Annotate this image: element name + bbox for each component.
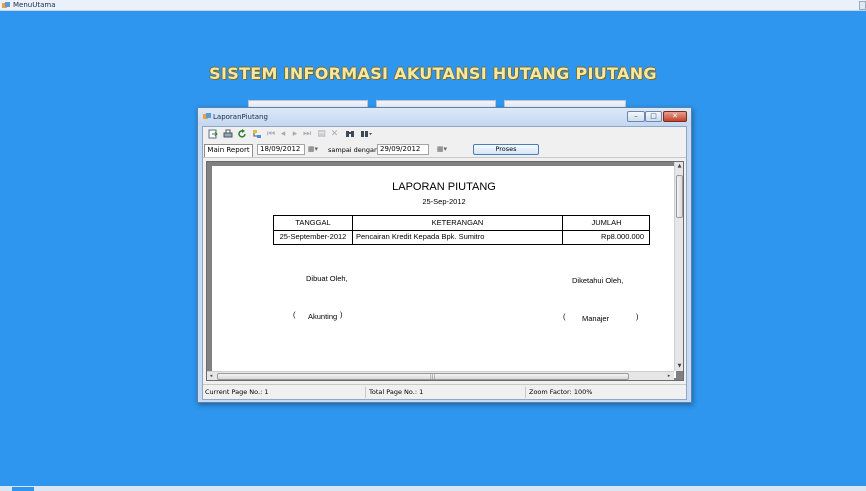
report-page: LAPORAN PIUTANG 25-Sep-2012 TANGGAL KETE…	[212, 166, 676, 378]
horizontal-scrollbar[interactable]: ◂ ||| ▸	[207, 371, 674, 380]
scroll-right-icon[interactable]: ▸	[665, 372, 673, 380]
grip-icon: |||	[430, 374, 436, 380]
start-date-field[interactable]: 18/09/2012	[257, 144, 305, 155]
minimize-icon: –	[634, 112, 638, 120]
main-window-titlebar: MenuUtama	[0, 0, 866, 11]
report-date: 25-Sep-2012	[422, 197, 466, 206]
child-window-titlebar: LaporanPiutang – □ ✕	[198, 108, 691, 126]
refresh-icon[interactable]	[237, 129, 247, 139]
signature-close-paren-right: )	[636, 312, 639, 321]
zoom-icon[interactable]	[360, 129, 373, 139]
table-cell-jumlah: Rp8.000.000	[601, 232, 644, 241]
vertical-scrollbar[interactable]: ▲ ▼	[674, 162, 683, 371]
next-page-icon[interactable]: ▸	[291, 129, 299, 139]
scroll-up-icon[interactable]: ▲	[675, 162, 683, 170]
report-toolbar: ⏮ ◂ ▸ ⏭ ▤ ✕	[203, 127, 686, 141]
table-cell-tanggal: 25-September-2012	[274, 230, 353, 245]
group-tree-icon[interactable]	[252, 129, 262, 139]
search-icon[interactable]	[345, 129, 355, 139]
maximize-icon: □	[650, 112, 657, 120]
report-viewer: ⏮ ◂ ▸ ⏭ ▤ ✕ Main Report 18/09/2012 ▦▾ sa…	[202, 126, 687, 400]
sampai-dengan-label: sampai dengan	[328, 146, 379, 154]
signature-role-manajer: Manajer	[582, 314, 610, 323]
report-viewport[interactable]: LAPORAN PIUTANG 25-Sep-2012 TANGGAL KETE…	[206, 161, 684, 381]
scroll-left-icon[interactable]: ◂	[207, 372, 215, 380]
tab-main-report[interactable]: Main Report	[204, 144, 253, 157]
current-page-status: Current Page No.: 1	[204, 387, 366, 398]
proses-button[interactable]: Proses	[473, 144, 539, 155]
print-icon[interactable]	[223, 129, 233, 139]
status-bar: Current Page No.: 1 Total Page No.: 1 Zo…	[203, 384, 686, 399]
start-date-calendar-icon[interactable]: ▦▾	[306, 144, 320, 155]
report-table: TANGGAL KETERANGAN JUMLAH 25-September-2…	[273, 215, 650, 245]
signature-open-paren-left: (	[293, 310, 296, 319]
total-page-status: Total Page No.: 1	[368, 387, 526, 398]
laporan-piutang-window: LaporanPiutang – □ ✕ ⏮ ◂ ▸ ⏭ ▤ ✕ Main Re…	[197, 107, 692, 403]
close-icon: ✕	[672, 112, 678, 120]
first-page-icon[interactable]: ⏮	[267, 129, 275, 139]
table-cell-keterangan: Pencairan Kredit Kepada Bpk. Sumitro	[353, 230, 563, 245]
main-window-title: MenuUtama	[13, 1, 56, 9]
vertical-scroll-thumb[interactable]	[676, 175, 683, 218]
zoom-factor-status: Zoom Factor: 100%	[529, 388, 593, 396]
window-icon	[203, 113, 211, 119]
signature-close-paren-left: )	[340, 310, 343, 319]
stop-icon[interactable]: ✕	[330, 129, 339, 139]
goto-page-icon[interactable]: ▤	[317, 129, 326, 139]
app-icon	[2, 2, 10, 8]
filter-bar: Main Report 18/09/2012 ▦▾ sampai dengan …	[203, 141, 686, 158]
export-icon[interactable]	[208, 129, 218, 139]
horizontal-scroll-thumb[interactable]: |||	[217, 373, 629, 380]
maximize-button[interactable]: □	[645, 111, 662, 122]
column-header-tanggal: TANGGAL	[274, 216, 353, 231]
previous-page-icon[interactable]: ◂	[279, 129, 287, 139]
column-header-keterangan: KETERANGAN	[353, 216, 563, 231]
diketahui-oleh-label: Diketahui Oleh,	[572, 276, 624, 285]
child-window-title: LaporanPiutang	[213, 113, 268, 121]
end-date-field[interactable]: 29/09/2012	[377, 144, 429, 155]
signature-role-akunting: Akunting	[308, 312, 338, 321]
report-title: LAPORAN PIUTANG	[392, 181, 496, 193]
dibuat-oleh-label: Dibuat Oleh,	[306, 274, 348, 283]
taskbar-item[interactable]	[12, 487, 34, 491]
scroll-down-icon[interactable]: ▼	[675, 362, 683, 370]
end-date-calendar-icon[interactable]: ▦▾	[435, 144, 449, 155]
close-button[interactable]: ✕	[663, 111, 687, 122]
main-window-control-button[interactable]	[859, 1, 866, 10]
minimize-button[interactable]: –	[627, 111, 645, 122]
signature-open-paren-right: (	[563, 312, 566, 321]
column-header-jumlah: JUMLAH	[563, 216, 650, 231]
taskbar-strip	[0, 486, 866, 491]
app-heading: SISTEM INFORMASI AKUTANSI HUTANG PIUTANG	[209, 64, 657, 83]
last-page-icon[interactable]: ⏭	[303, 129, 311, 139]
